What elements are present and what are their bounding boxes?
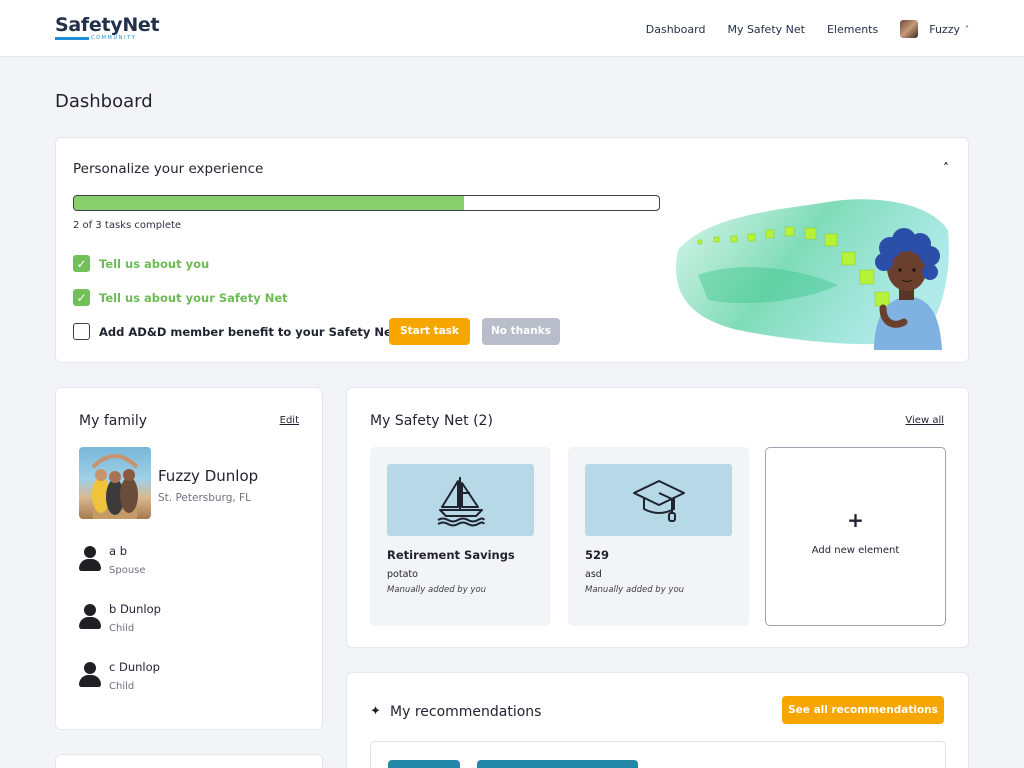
my-family-card: My family Edit Fuzzy Dunlop St. Petersbu… — [55, 387, 323, 730]
member-role: Child — [109, 623, 135, 634]
graduation-cap-icon — [632, 480, 685, 522]
recommendation-tag — [477, 760, 638, 768]
person-icon — [79, 546, 101, 574]
view-all-link[interactable]: View all — [905, 415, 944, 426]
personalize-illustration — [676, 199, 949, 350]
recommendation-tag — [388, 760, 460, 768]
chevron-up-icon[interactable]: ˄ — [943, 161, 949, 175]
top-navigation-bar: SafetyNet COMMUNITY Dashboard My Safety … — [0, 0, 1024, 57]
nav-my-safety-net[interactable]: My Safety Net — [727, 23, 805, 36]
checkbox-unchecked-icon[interactable] — [73, 323, 90, 340]
element-tile-529[interactable]: 529 asd Manually added by you — [568, 447, 749, 626]
checkbox-checked-icon[interactable]: ✓ — [73, 289, 90, 306]
no-thanks-button[interactable]: No thanks — [482, 318, 560, 345]
task-progress-bar — [73, 195, 660, 211]
my-safety-net-card: My Safety Net (2) View all Retirement Sa… — [346, 387, 969, 648]
element-description: potato — [387, 569, 418, 580]
element-tile-retirement-savings[interactable]: Retirement Savings potato Manually added… — [370, 447, 551, 626]
task-label: Tell us about you — [99, 256, 210, 271]
add-new-element-button[interactable]: + Add new element — [765, 447, 946, 626]
primary-member-location: St. Petersburg, FL — [158, 492, 251, 504]
logo-text: SafetyNet — [55, 14, 160, 36]
task-label: Tell us about your Safety Net — [99, 290, 288, 305]
task-add-add-benefit[interactable]: Add AD&D member benefit to your Safety N… — [73, 323, 397, 340]
member-role: Spouse — [109, 565, 146, 576]
person-icon — [79, 662, 101, 690]
my-safety-net-title: My Safety Net (2) — [370, 413, 493, 429]
personalize-card: Personalize your experience ˄ 2 of 3 tas… — [55, 137, 969, 363]
task-progress-fill — [74, 196, 465, 210]
member-role: Child — [109, 681, 135, 692]
tile-image — [585, 464, 732, 536]
element-name: Retirement Savings — [387, 548, 515, 562]
logo-subtitle: COMMUNITY — [91, 35, 137, 41]
task-label: Add AD&D member benefit to your Safety N… — [99, 324, 398, 339]
start-task-button[interactable]: Start task — [389, 318, 470, 345]
page-title: Dashboard — [55, 91, 153, 112]
nav-dashboard[interactable]: Dashboard — [646, 23, 706, 36]
lower-left-card — [55, 754, 323, 768]
member-name: b Dunlop — [109, 602, 161, 616]
tile-image — [387, 464, 534, 536]
my-recommendations-title: My recommendations — [390, 704, 542, 720]
see-all-recommendations-button[interactable]: See all recommendations — [782, 696, 944, 724]
member-name: a b — [109, 544, 128, 558]
element-source: Manually added by you — [387, 585, 487, 595]
user-menu[interactable]: Fuzzy ˅ — [900, 20, 969, 38]
my-recommendations-card: ✦ My recommendations See all recommendat… — [346, 672, 969, 768]
edit-family-link[interactable]: Edit — [280, 415, 299, 426]
plus-icon: + — [847, 508, 864, 532]
main-nav: Dashboard My Safety Net Elements Fuzzy ˅ — [624, 20, 969, 38]
recommendation-item[interactable] — [370, 741, 946, 768]
task-tell-us-about-you[interactable]: ✓ Tell us about you — [73, 255, 209, 272]
member-name: c Dunlop — [109, 660, 160, 674]
primary-member-name: Fuzzy Dunlop — [158, 467, 259, 485]
family-photo — [79, 447, 151, 519]
person-icon — [79, 604, 101, 632]
sailboat-icon — [436, 477, 485, 527]
chevron-down-icon: ˅ — [965, 24, 969, 34]
task-tell-us-about-safety-net[interactable]: ✓ Tell us about your Safety Net — [73, 289, 288, 306]
safetynet-logo[interactable]: SafetyNet COMMUNITY — [55, 14, 160, 41]
nav-elements[interactable]: Elements — [827, 23, 878, 36]
tasks-complete-text: 2 of 3 tasks complete — [73, 220, 182, 231]
add-new-element-label: Add new element — [811, 545, 900, 556]
user-name: Fuzzy — [929, 22, 960, 36]
element-name: 529 — [585, 548, 610, 562]
sparkle-icon: ✦ — [370, 704, 381, 719]
user-avatar — [900, 20, 919, 38]
my-family-title: My family — [79, 413, 148, 429]
personalize-title: Personalize your experience — [73, 161, 264, 177]
element-source: Manually added by you — [585, 585, 685, 595]
logo-underline — [55, 37, 89, 40]
element-description: asd — [585, 569, 602, 580]
checkbox-checked-icon[interactable]: ✓ — [73, 255, 90, 272]
